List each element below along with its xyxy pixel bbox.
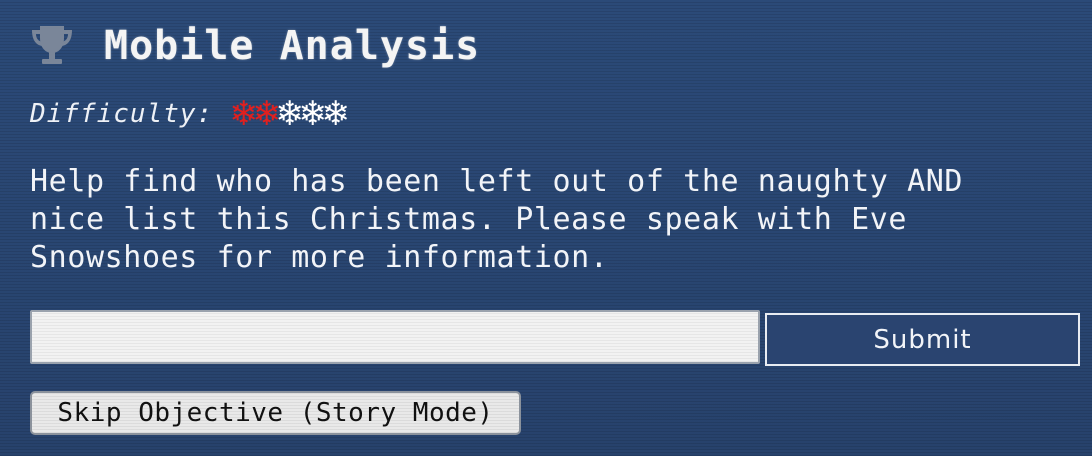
snowflake-filled-icon: ❄: [252, 94, 281, 134]
snowflake-filled-icon: ❄: [229, 94, 258, 134]
skip-objective-button[interactable]: Skip Objective (Story Mode): [30, 391, 521, 435]
objective-title: Mobile Analysis: [104, 23, 481, 69]
difficulty-label: Difficulty:: [30, 99, 214, 129]
submit-button[interactable]: Submit: [765, 313, 1080, 366]
snowflake-empty-icon: ❄: [275, 94, 304, 134]
answer-input[interactable]: [30, 310, 760, 364]
objective-header: Mobile Analysis: [26, 18, 480, 74]
trophy-icon: [26, 22, 78, 70]
snowflake-empty-icon: ❄: [298, 94, 327, 134]
difficulty-rating: ❄ ❄ ❄ ❄ ❄: [229, 94, 350, 134]
objective-description: Help find who has been left out of the n…: [30, 164, 964, 275]
snowflake-empty-icon: ❄: [321, 94, 350, 134]
difficulty-row: Difficulty: ❄ ❄ ❄ ❄ ❄: [30, 94, 350, 134]
